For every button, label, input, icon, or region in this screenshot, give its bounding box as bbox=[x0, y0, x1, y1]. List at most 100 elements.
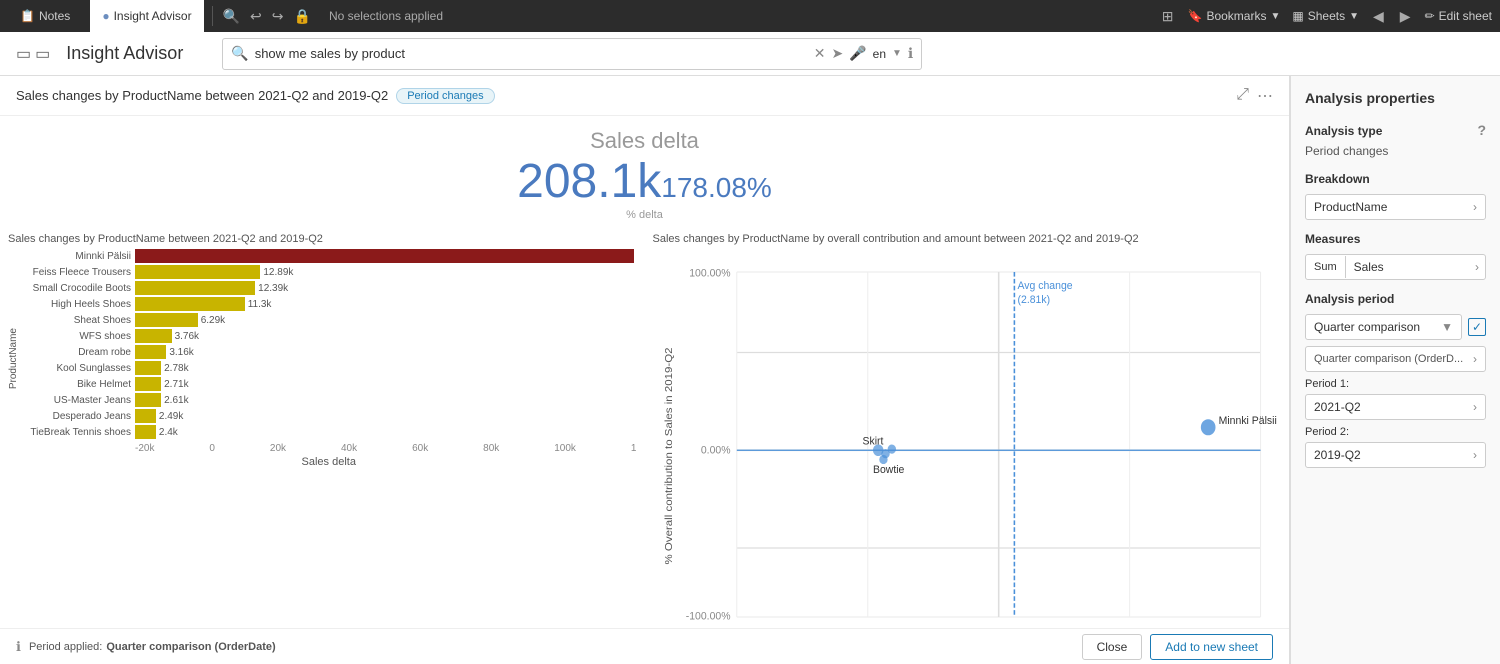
svg-text:Skirt: Skirt bbox=[862, 435, 883, 448]
measures-chevron: › bbox=[1469, 255, 1485, 279]
period-select[interactable]: Quarter comparison ▼ bbox=[1305, 314, 1462, 340]
bar-container: 2.61k bbox=[135, 393, 637, 407]
period-detail: Quarter comparison (OrderDate) bbox=[106, 641, 275, 653]
bookmark-icon: 🔖 bbox=[1188, 9, 1203, 23]
svg-text:Bowtie: Bowtie bbox=[872, 464, 903, 477]
search-icon[interactable]: 🔍 bbox=[221, 6, 242, 27]
bar-row: TieBreak Tennis shoes2.4k bbox=[21, 425, 637, 439]
delta-values: 208.1k178.08% bbox=[0, 154, 1289, 209]
period-select-row: Quarter comparison ▼ ✓ bbox=[1305, 314, 1486, 340]
bar-row: Feiss Fleece Trousers 12.89k bbox=[21, 265, 637, 279]
period-sub-item[interactable]: Quarter comparison (OrderD... › bbox=[1305, 346, 1486, 372]
x-axis-labels: -20k020k40k60k80k100k1 bbox=[21, 443, 637, 454]
measures-row[interactable]: Sum Sales › bbox=[1305, 254, 1486, 280]
search-bar[interactable]: 🔍 ✕ ➤ 🎤 en ▼ ℹ bbox=[222, 38, 922, 70]
panel-icon-2: ▭ bbox=[35, 44, 50, 64]
right-panel: Analysis properties Analysis type ? Peri… bbox=[1290, 76, 1500, 664]
bar bbox=[135, 361, 161, 375]
search-bar-icon: 🔍 bbox=[231, 45, 248, 62]
bar-label: Small Crocodile Boots bbox=[21, 283, 131, 294]
search-input[interactable] bbox=[255, 46, 808, 61]
tab-insight-advisor[interactable]: ● Insight Advisor bbox=[90, 0, 203, 32]
bar bbox=[135, 393, 161, 407]
notes-icon: 📋 bbox=[20, 9, 35, 23]
period2-value: 2019-Q2 bbox=[1314, 448, 1361, 462]
bar-label: US-Master Jeans bbox=[21, 395, 131, 406]
language-selector[interactable]: en bbox=[873, 47, 886, 61]
lang-chevron: ▼ bbox=[892, 48, 902, 59]
redo-icon[interactable]: ↪ bbox=[270, 6, 286, 27]
chart-header-actions: ⤢ ⋯ bbox=[1236, 86, 1273, 106]
period2-chevron: › bbox=[1473, 448, 1477, 462]
panel-icon-1: ▭ bbox=[16, 44, 31, 64]
bar-row: WFS shoes3.76k bbox=[21, 329, 637, 343]
bar-label: Feiss Fleece Trousers bbox=[21, 267, 131, 278]
analysis-type-section: Analysis type ? bbox=[1291, 116, 1500, 142]
next-sheet-icon[interactable]: ▶ bbox=[1398, 6, 1413, 27]
bar-container: 12.89k bbox=[135, 265, 637, 279]
period2-value-row[interactable]: 2019-Q2 › bbox=[1305, 442, 1486, 468]
lock-icon[interactable]: 🔒 bbox=[292, 6, 313, 27]
main-area: Sales changes by ProductName between 202… bbox=[0, 76, 1500, 664]
bar-value: 2.49k bbox=[159, 411, 183, 422]
svg-text:-100.00%: -100.00% bbox=[685, 610, 730, 623]
sheets-btn[interactable]: ▦ Sheets ▼ bbox=[1292, 9, 1359, 23]
period-check-icon[interactable]: ✓ bbox=[1468, 318, 1486, 336]
x-axis-title-left: Sales delta bbox=[21, 456, 637, 468]
expand-icon[interactable]: ⤢ bbox=[1236, 86, 1249, 106]
bar-container: 2.71k bbox=[135, 377, 637, 391]
bar-value: 2.78k bbox=[164, 363, 188, 374]
help-icon[interactable]: ? bbox=[1477, 122, 1486, 138]
breakdown-value: ProductName bbox=[1314, 200, 1387, 214]
bar-value: 2.71k bbox=[164, 379, 188, 390]
tab-notes[interactable]: 📋 Notes bbox=[8, 0, 82, 32]
info-icon[interactable]: ℹ bbox=[908, 45, 913, 62]
bookmarks-btn[interactable]: 🔖 Bookmarks ▼ bbox=[1188, 9, 1281, 23]
delta-pct: 178.08% bbox=[661, 172, 772, 203]
mic-icon[interactable]: 🎤 bbox=[849, 45, 866, 62]
notes-tab-label: Notes bbox=[39, 9, 70, 23]
bar-container: 12.39k bbox=[135, 281, 637, 295]
period-badge: Period changes bbox=[396, 88, 494, 104]
breakdown-item[interactable]: ProductName › bbox=[1305, 194, 1486, 220]
measures-field: Sales bbox=[1346, 255, 1469, 279]
prev-sheet-icon[interactable]: ◀ bbox=[1371, 6, 1386, 27]
x-axis-label: 80k bbox=[483, 443, 499, 454]
right-panel-title: Analysis properties bbox=[1291, 76, 1500, 116]
x-axis-label: 60k bbox=[412, 443, 428, 454]
close-button[interactable]: Close bbox=[1082, 634, 1143, 660]
analysis-period-label: Analysis period bbox=[1291, 284, 1500, 310]
more-options-icon[interactable]: ⋯ bbox=[1257, 86, 1273, 106]
bar bbox=[135, 249, 634, 263]
edit-sheet-btn[interactable]: ✏ Edit sheet bbox=[1425, 9, 1492, 23]
clear-search-icon[interactable]: ✕ bbox=[814, 45, 826, 62]
bar bbox=[135, 377, 161, 391]
bottom-bar: ℹ Period applied: Quarter comparison (Or… bbox=[0, 628, 1289, 664]
bar-container bbox=[135, 249, 637, 263]
bar-container: 3.16k bbox=[135, 345, 637, 359]
add-to-new-sheet-button[interactable]: Add to new sheet bbox=[1150, 634, 1273, 660]
insight-tab-label: Insight Advisor bbox=[114, 9, 192, 23]
scatter-svg: Avg change (2.81k) 100.00% 0.00% -100.00… bbox=[653, 249, 1282, 624]
bar-container: 2.4k bbox=[135, 425, 637, 439]
bar-chart-container: Minnki PälsiiFeiss Fleece Trousers12.89k… bbox=[21, 249, 637, 468]
divider bbox=[212, 6, 213, 26]
bar-row: Sheat Shoes6.29k bbox=[21, 313, 637, 327]
left-panel-toggle[interactable]: ▭ ▭ bbox=[16, 44, 50, 64]
bar-value: 12.39k bbox=[258, 283, 288, 294]
analysis-type-value: Period changes bbox=[1291, 142, 1500, 164]
undo-icon[interactable]: ↩ bbox=[248, 6, 264, 27]
bar-container: 11.3k bbox=[135, 297, 637, 311]
sheets-icon: ▦ bbox=[1292, 9, 1303, 23]
bar-value: 3.16k bbox=[169, 347, 193, 358]
y-axis-label-left: ProductName bbox=[8, 328, 19, 389]
breakdown-label: Breakdown bbox=[1291, 164, 1500, 190]
send-icon[interactable]: ➤ bbox=[831, 45, 843, 62]
svg-text:(2.81k): (2.81k) bbox=[1017, 294, 1050, 307]
right-chart-subtitle: Sales changes by ProductName by overall … bbox=[653, 233, 1282, 245]
bookmarks-label: Bookmarks bbox=[1206, 9, 1266, 23]
bar bbox=[135, 313, 198, 327]
period1-value-row[interactable]: 2021-Q2 › bbox=[1305, 394, 1486, 420]
grid-icon[interactable]: ⊞ bbox=[1160, 6, 1176, 27]
period-sub-text: Quarter comparison (OrderD... bbox=[1314, 353, 1463, 365]
